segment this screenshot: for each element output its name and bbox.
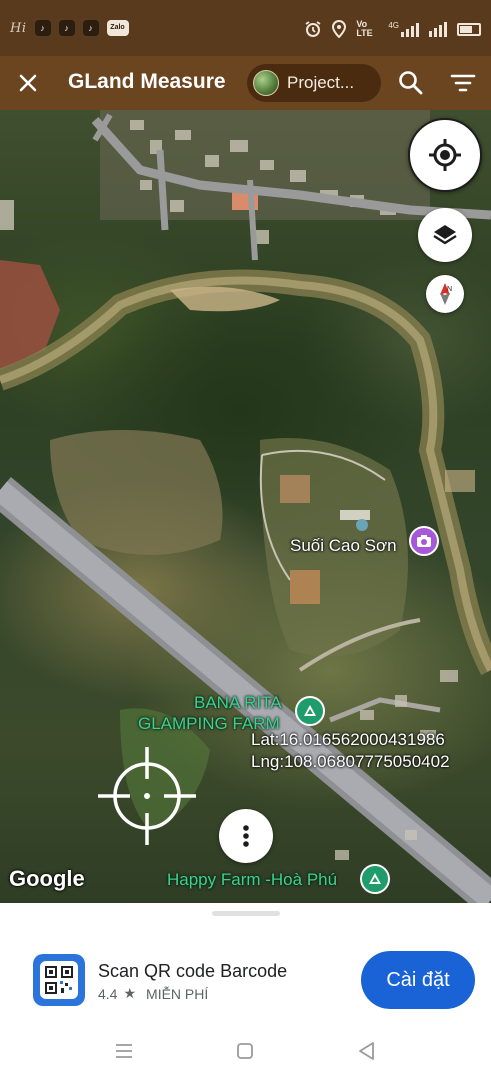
back-button[interactable] bbox=[353, 1037, 381, 1065]
install-button[interactable]: Cài đặt bbox=[361, 951, 475, 1009]
home-button[interactable] bbox=[231, 1037, 259, 1065]
google-attribution: Google bbox=[9, 866, 85, 891]
project-selector[interactable]: Project... bbox=[247, 64, 381, 102]
svg-text:N: N bbox=[447, 286, 452, 293]
recent-apps-icon bbox=[116, 1044, 132, 1058]
status-bar: Hi ♪ ♪ ♪ Zalo Vo LTE 4G bbox=[0, 0, 491, 56]
map-terrain bbox=[0, 110, 491, 903]
camera-icon bbox=[417, 535, 431, 547]
app-bar: GLand Measure Project... bbox=[0, 56, 491, 110]
park-poi-icon[interactable] bbox=[295, 696, 325, 726]
ad-banner[interactable]: Scan QR code Barcode 4.4 ★ MIỄN PHÍ Cài … bbox=[0, 903, 491, 1023]
tiktok-icon: ♪ bbox=[34, 20, 51, 36]
recent-apps-button[interactable] bbox=[110, 1037, 138, 1065]
status-bar-right: Vo LTE 4G bbox=[304, 20, 481, 38]
drag-handle[interactable] bbox=[212, 911, 280, 916]
park-poi-icon[interactable] bbox=[360, 864, 390, 894]
alarm-icon bbox=[305, 21, 321, 37]
poi-label-suoi-cao-son[interactable]: Suối Cao Sơn bbox=[290, 536, 397, 556]
app-title: GLand Measure bbox=[68, 70, 226, 93]
search-button[interactable] bbox=[396, 68, 426, 98]
poi-label-happy-farm[interactable]: Happy Farm -Hoà Phú bbox=[167, 870, 337, 890]
poi-label-bana-rita-line1[interactable]: BANA RITA bbox=[194, 693, 282, 713]
home-icon bbox=[237, 1043, 253, 1059]
zalo-icon: Zalo bbox=[106, 20, 129, 36]
layers-button[interactable] bbox=[418, 208, 472, 262]
status-bar-left: Hi ♪ ♪ ♪ Zalo bbox=[10, 20, 129, 36]
star-icon: ★ bbox=[123, 985, 137, 1001]
tiktok-icon: ♪ bbox=[58, 20, 75, 36]
project-thumbnail bbox=[253, 70, 279, 96]
status-handwriting: Hi bbox=[10, 20, 27, 36]
ad-app-icon[interactable] bbox=[33, 954, 85, 1006]
longitude-readout: Lng:108.06807775050402 bbox=[251, 752, 450, 771]
network-label: Vo LTE bbox=[356, 19, 373, 38]
tiktok-icon: ♪ bbox=[82, 20, 99, 36]
layers-icon bbox=[433, 225, 457, 245]
battery-icon bbox=[457, 22, 481, 36]
tree-icon bbox=[304, 705, 316, 716]
back-icon bbox=[359, 1042, 374, 1060]
more-options-button[interactable] bbox=[219, 809, 273, 863]
qr-code-icon bbox=[40, 961, 78, 999]
satellite-map[interactable]: N Suối Cao Sơn BANA RITA GLAMPING FARM H… bbox=[0, 110, 491, 903]
close-icon bbox=[19, 74, 37, 92]
ad-rating: 4.4 bbox=[98, 985, 118, 1002]
filter-menu-icon bbox=[450, 74, 476, 92]
my-location-icon bbox=[429, 139, 461, 171]
ad-title[interactable]: Scan QR code Barcode bbox=[98, 961, 287, 982]
compass-button[interactable]: N bbox=[426, 275, 464, 313]
search-icon bbox=[399, 71, 423, 95]
filter-menu-button[interactable] bbox=[450, 70, 476, 96]
my-location-button[interactable] bbox=[408, 118, 482, 192]
crosshair-icon bbox=[98, 747, 196, 845]
signal-label: 4G bbox=[388, 21, 399, 30]
camera-poi-icon[interactable] bbox=[409, 526, 439, 556]
system-nav-bar bbox=[0, 1023, 491, 1080]
tree-icon bbox=[369, 873, 381, 884]
signal-icon: 4G bbox=[388, 21, 419, 37]
project-label: Project... bbox=[287, 73, 355, 92]
ad-meta: 4.4 ★ MIỄN PHÍ bbox=[98, 985, 208, 1002]
wifi-icon bbox=[429, 21, 447, 37]
close-button[interactable] bbox=[12, 67, 44, 99]
latitude-readout: Lat:16.016562000431986 bbox=[251, 730, 445, 749]
more-vertical-icon bbox=[243, 825, 249, 847]
ad-price-label: MIỄN PHÍ bbox=[146, 985, 209, 1002]
location-icon bbox=[332, 20, 347, 38]
compass-icon: N bbox=[440, 283, 452, 305]
